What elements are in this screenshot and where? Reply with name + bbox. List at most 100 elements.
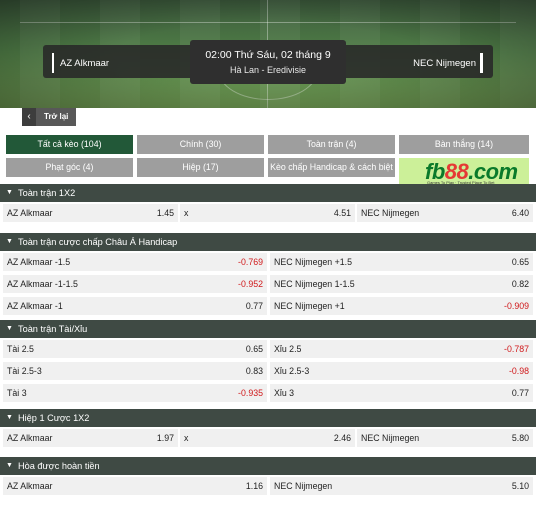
odds-value: -0.787 xyxy=(504,344,529,354)
caret-down-icon: ▼ xyxy=(6,414,13,421)
odds-value: 1.97 xyxy=(156,433,174,443)
odds-value: 4.51 xyxy=(333,208,351,218)
selection-label: NEC Nijmegen +1.5 xyxy=(274,253,352,271)
odds-value: 1.45 xyxy=(156,208,174,218)
match-info: 02:00 Thứ Sáu, 02 tháng 9 Hà Lan - Eredi… xyxy=(190,40,346,84)
selection-label: Tài 2.5-3 xyxy=(7,362,42,380)
odds-cell[interactable]: x 2.46 xyxy=(180,429,355,447)
selection-name: x xyxy=(184,208,189,218)
tab-main[interactable]: Chính (30) xyxy=(137,135,264,154)
back-button[interactable]: ‹ Trở lại xyxy=(22,108,77,126)
odds-value: -0.935 xyxy=(238,388,263,398)
tab-corners[interactable]: Phạt góc (4) xyxy=(6,158,133,177)
match-league: Hà Lan - Eredivisie xyxy=(229,65,307,75)
odds-cell[interactable]: AZ Alkmaar 1.45 xyxy=(3,204,178,222)
tab-half[interactable]: Hiệp (17) xyxy=(137,158,264,177)
odds-value: 5.80 xyxy=(511,433,529,443)
tab-all-markets[interactable]: Tất cả kèo (104) xyxy=(6,135,133,154)
selection-name: AZ Alkmaar xyxy=(7,481,53,491)
back-label: Trở lại xyxy=(36,108,77,126)
selection-label: NEC Nijmegen 1-1.5 xyxy=(274,275,355,293)
odds-value: -0.769 xyxy=(238,257,263,267)
selection-name: NEC Nijmegen xyxy=(274,257,333,267)
odds-cell[interactable]: AZ Alkmaar -1-1.5 -0.952 xyxy=(3,275,267,293)
selection-name: AZ Alkmaar xyxy=(7,257,53,267)
odds-value: 0.82 xyxy=(511,279,529,289)
odds-cell[interactable]: NEC Nijmegen 6.40 xyxy=(357,204,533,222)
odds-value: 6.40 xyxy=(511,208,529,218)
market-title: Hòa được hoàn tiền xyxy=(18,461,100,471)
market-header[interactable]: ▼ Toàn trận cược chấp Châu Á Handicap xyxy=(0,233,536,251)
selection-name: Tài xyxy=(7,366,20,376)
selection-label: Tài 2.5 xyxy=(7,340,34,358)
selection-name: NEC Nijmegen xyxy=(274,279,333,289)
odds-cell[interactable]: NEC Nijmegen +1.5 0.65 xyxy=(270,253,533,271)
odds-cell[interactable]: AZ Alkmaar -1 0.77 xyxy=(3,297,267,315)
market-header[interactable]: ▼ Toàn trận 1X2 xyxy=(0,184,536,202)
odds-value: 0.77 xyxy=(511,388,529,398)
odds-cell[interactable]: AZ Alkmaar 1.97 xyxy=(3,429,178,447)
handicap-line: -1-1.5 xyxy=(54,279,78,289)
odds-value: 2.46 xyxy=(333,433,351,443)
selection-name: AZ Alkmaar xyxy=(7,301,53,311)
odds-cell[interactable]: Tài 2.5-3 0.83 xyxy=(3,362,267,380)
selection-label: Tài 3 xyxy=(7,384,27,402)
odds-cell[interactable]: NEC Nijmegen 5.80 xyxy=(357,429,533,447)
market-header[interactable]: ▼ Hiệp 1 Cược 1X2 xyxy=(0,409,536,427)
handicap-line: 2.5-3 xyxy=(289,366,310,376)
away-team-name: NEC Nijmegen xyxy=(413,58,476,69)
odds-cell[interactable]: x 4.51 xyxy=(180,204,355,222)
selection-name: NEC Nijmegen xyxy=(361,433,420,443)
selection-label: x xyxy=(184,204,188,222)
selection-name: Xỉu xyxy=(274,366,287,376)
selection-name: Xỉu xyxy=(274,388,287,398)
selection-label: AZ Alkmaar xyxy=(7,204,52,222)
odds-value: -0.952 xyxy=(238,279,263,289)
odds-cell[interactable]: AZ Alkmaar 1.16 xyxy=(3,477,267,495)
fb88-banner[interactable]: fb88.com Games To Play · Trusted Place T… xyxy=(399,158,529,187)
odds-cell[interactable]: AZ Alkmaar -1.5 -0.769 xyxy=(3,253,267,271)
odds-value: 0.65 xyxy=(245,344,263,354)
odds-cell[interactable]: Xỉu 2.5-3 -0.98 xyxy=(270,362,533,380)
selection-label: AZ Alkmaar -1-1.5 xyxy=(7,275,78,293)
tab-full-time[interactable]: Toàn trận (4) xyxy=(268,135,395,154)
odds-value: 1.16 xyxy=(245,481,263,491)
chevron-left-icon: ‹ xyxy=(22,108,36,126)
odds-cell[interactable]: NEC Nijmegen 1-1.5 0.82 xyxy=(270,275,533,293)
selection-label: AZ Alkmaar -1.5 xyxy=(7,253,70,271)
selection-label: AZ Alkmaar xyxy=(7,477,52,495)
odds-value: 0.65 xyxy=(511,257,529,267)
odds-cell[interactable]: NEC Nijmegen +1 -0.909 xyxy=(270,297,533,315)
selection-name: NEC Nijmegen xyxy=(274,301,333,311)
selection-label: AZ Alkmaar -1 xyxy=(7,297,63,315)
handicap-line: +1 xyxy=(334,301,345,311)
market-header[interactable]: ▼ Toàn trận Tài/Xỉu xyxy=(0,320,536,338)
odds-cell[interactable]: Xỉu 3 0.77 xyxy=(270,384,533,402)
handicap-line: -1 xyxy=(54,301,63,311)
tab-handicap[interactable]: Kèo chấp Handicap & cách biệt (3) xyxy=(268,158,395,191)
odds-cell[interactable]: Xỉu 2.5 -0.787 xyxy=(270,340,533,358)
odds-cell[interactable]: Tài 2.5 0.65 xyxy=(3,340,267,358)
tab-goals[interactable]: Bàn thắng (14) xyxy=(399,135,529,154)
caret-down-icon: ▼ xyxy=(6,325,13,332)
handicap-line: +1.5 xyxy=(334,257,353,267)
odds-value: -0.98 xyxy=(508,366,529,376)
away-team-marker xyxy=(480,53,483,73)
home-team-marker xyxy=(52,53,54,73)
selection-label: Xỉu 2.5 xyxy=(274,340,301,358)
selection-name: AZ Alkmaar xyxy=(7,208,53,218)
selection-label: NEC Nijmegen xyxy=(274,477,332,495)
selection-label: NEC Nijmegen xyxy=(361,429,419,447)
odds-cell[interactable]: NEC Nijmegen 5.10 xyxy=(270,477,533,495)
home-team-name: AZ Alkmaar xyxy=(60,58,110,69)
selection-name: Tài xyxy=(7,344,20,354)
odds-cell[interactable]: Tài 3 -0.935 xyxy=(3,384,267,402)
handicap-line: 3 xyxy=(289,388,295,398)
market-title: Hiệp 1 Cược 1X2 xyxy=(18,413,90,423)
selection-name: Xỉu xyxy=(274,344,287,354)
market-header[interactable]: ▼ Hòa được hoàn tiền xyxy=(0,457,536,475)
odds-value: 5.10 xyxy=(511,481,529,491)
selection-name: AZ Alkmaar xyxy=(7,279,53,289)
handicap-line: 2.5 xyxy=(289,344,302,354)
match-hero: AZ Alkmaar 02:00 Thứ Sáu, 02 tháng 9 Hà … xyxy=(0,0,536,108)
